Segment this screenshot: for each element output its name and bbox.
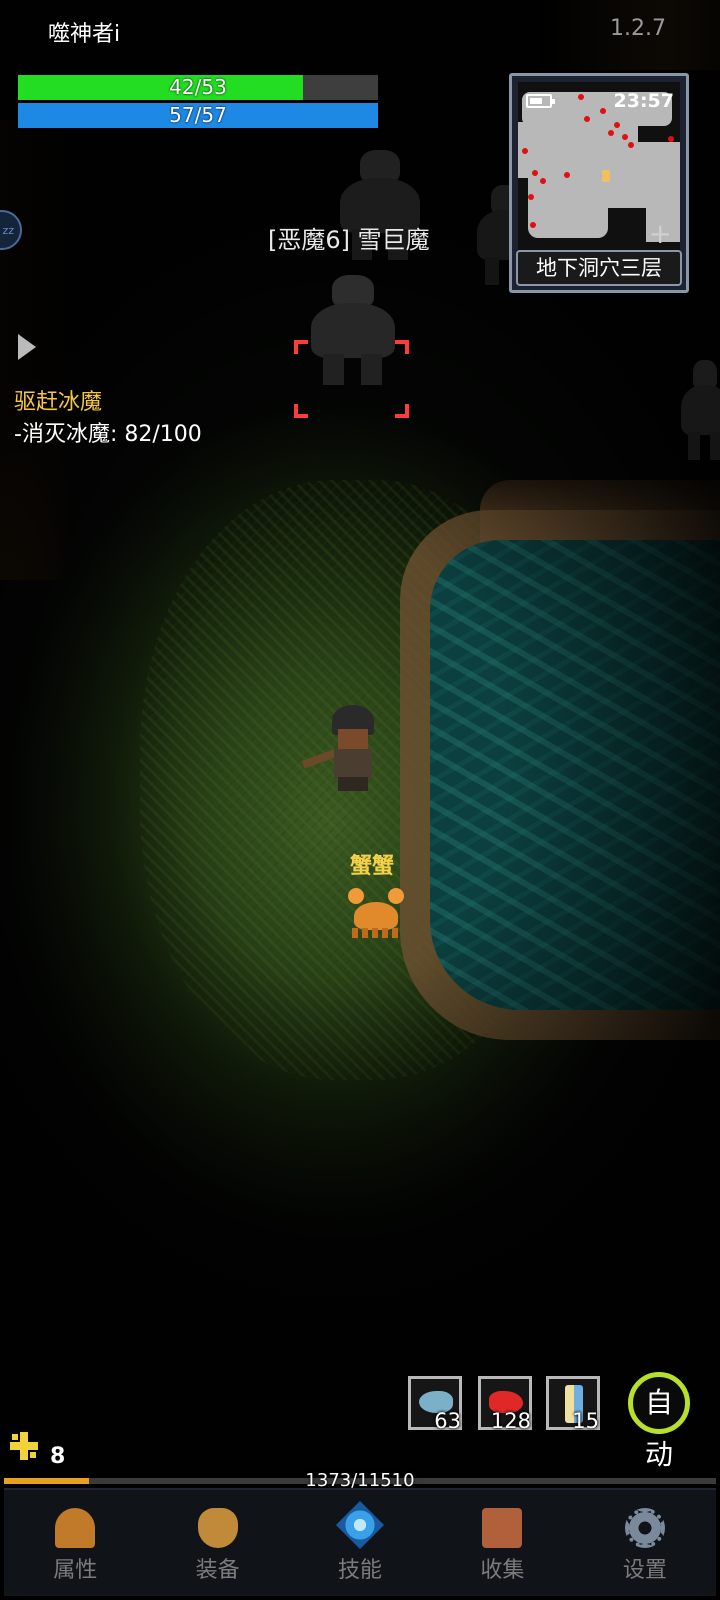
minimap-monster-dot [628, 142, 634, 148]
skill-gem-icon [335, 1500, 385, 1550]
nav-label: 装备 [195, 1558, 240, 1583]
mp-bar: 57/57 [18, 103, 378, 128]
target-marker [294, 404, 308, 418]
minimap-monster-dot [564, 172, 570, 178]
minimap-monster-dot [608, 130, 614, 136]
clock-time: 23:57 [613, 90, 674, 112]
bottom-nav: 属性 装备 技能 收集 设置 [4, 1488, 716, 1596]
hp-text: 42/53 [169, 75, 227, 99]
battery-icon [526, 94, 555, 108]
target-monster-name: [恶魔6] 雪巨魔 [268, 226, 430, 254]
nav-label: 设置 [622, 1558, 667, 1583]
target-marker [294, 340, 308, 354]
target-marker [395, 340, 409, 354]
target-marker [395, 404, 409, 418]
nav-attributes[interactable]: 属性 [4, 1490, 146, 1596]
nav-skills[interactable]: 技能 [289, 1490, 431, 1596]
minimap-monster-dot [530, 222, 536, 228]
quest-objective: -消灭冰魔: 82/100 [14, 422, 202, 447]
player-level: 8 [50, 1444, 66, 1469]
minimap-monster-dot [522, 148, 528, 154]
quickslot-fish[interactable]: 63 [408, 1376, 462, 1433]
floor-name-label: 地下洞穴三层 [516, 250, 682, 286]
player-character [301, 705, 384, 791]
version-label: 1.2.7 [610, 16, 666, 41]
minimap-view[interactable]: 23:57 + [518, 82, 680, 250]
nav-label: 属性 [53, 1558, 98, 1583]
minimap-monster-dot [600, 108, 606, 114]
nav-collection[interactable]: 收集 [431, 1490, 573, 1596]
book-icon [482, 1508, 523, 1548]
nav-label: 技能 [338, 1558, 383, 1583]
minimap[interactable]: 23:57 + 地下洞穴三层 [509, 73, 689, 293]
minimap-monster-dot [532, 170, 538, 176]
quest-collapse-arrow-icon[interactable] [18, 334, 36, 360]
mp-text: 57/57 [169, 103, 227, 127]
nav-label: 收集 [480, 1558, 525, 1583]
gear-icon [624, 1508, 665, 1548]
minimap-monster-dot [584, 116, 590, 122]
quest-title[interactable]: 驱赶冰魔 [14, 384, 102, 416]
auto-battle-button[interactable]: 自动 [628, 1372, 690, 1471]
quickslot-count: 63 [434, 1409, 461, 1433]
minimap-monster-dot [540, 178, 546, 184]
quickslot-count: 15 [572, 1409, 599, 1433]
minimap-floor [636, 142, 680, 182]
quickslot-meat[interactable]: 128 [478, 1376, 532, 1433]
player-name: 噬神者i [48, 22, 121, 47]
targeted-snow-golem[interactable] [300, 275, 405, 385]
minimap-monster-dot [614, 122, 620, 128]
minimap-monster-dot [528, 194, 534, 200]
quickslot-count: 128 [490, 1409, 531, 1433]
bag-icon [197, 1508, 238, 1548]
quickslot-scroll[interactable]: 15 [546, 1376, 600, 1433]
minimap-monster-dot [578, 94, 584, 100]
minimap-expand-plus-icon[interactable]: + [649, 220, 672, 248]
crab-pet[interactable] [348, 888, 404, 940]
nav-settings[interactable]: 设置 [574, 1490, 716, 1596]
level-star-icon [10, 1432, 40, 1460]
minimap-monster-dot [668, 136, 674, 142]
minimap-monster-dot [622, 134, 628, 140]
helmet-icon [55, 1508, 96, 1548]
hp-bar: 42/53 [18, 75, 378, 100]
minimap-player-marker [602, 170, 610, 182]
snow-golem-monster[interactable] [675, 360, 720, 460]
pet-name: 蟹蟹 [350, 854, 395, 879]
nav-equipment[interactable]: 装备 [146, 1490, 288, 1596]
